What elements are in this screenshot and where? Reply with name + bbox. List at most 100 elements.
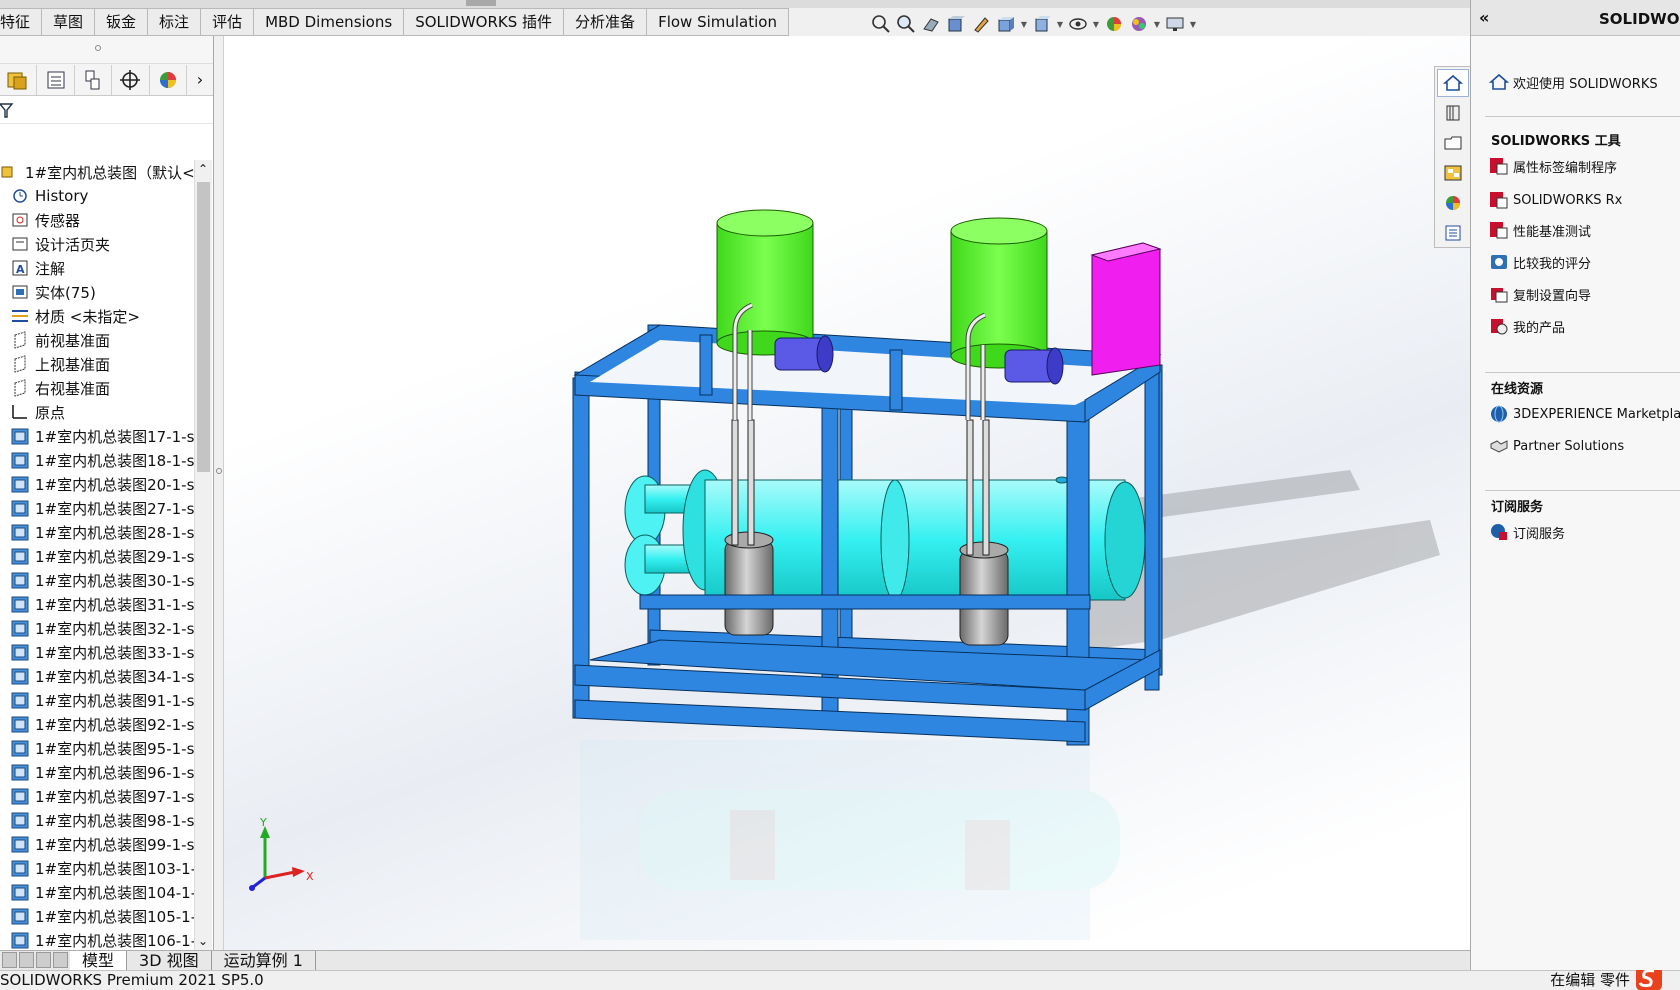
tree-item-part[interactable]: 1#室内机总装图104-1- [0,880,194,904]
hide-show-icon[interactable] [1067,13,1089,35]
next-tab-icon[interactable] [36,951,51,968]
tree-item-part[interactable]: 1#室内机总装图32-1-so [0,616,194,640]
display-manager-tab[interactable] [150,64,187,95]
tab-3d-view[interactable]: 3D 视图 [127,950,212,971]
tree-item-part[interactable]: 1#室内机总装图29-1-so [0,544,194,568]
dynamic-annotation-icon[interactable] [970,13,992,35]
chevron-down-icon[interactable]: ▼ [1020,13,1028,35]
last-tab-icon[interactable] [53,951,68,968]
tab-markup[interactable]: 标注 [148,8,202,36]
tree-item-plane[interactable]: 上视基准面 [0,352,194,376]
design-library-icon[interactable] [1437,99,1469,127]
zoom-to-fit-icon[interactable] [870,13,892,35]
tab-sheet-metal[interactable]: 钣金 [95,8,149,36]
collapse-icon[interactable]: « [1479,8,1489,27]
tree-item-part[interactable]: 1#室内机总装图97-1-so [0,784,194,808]
previous-view-icon[interactable] [920,13,942,35]
tool-copy-settings-wizard[interactable]: 复制设置向导 [1489,284,1591,304]
chevron-down-icon[interactable]: ▼ [1153,13,1161,35]
custom-properties-icon[interactable] [1437,219,1469,247]
tree-item-part[interactable]: 1#室内机总装图103-1- [0,856,194,880]
apply-scene-icon[interactable] [1128,13,1150,35]
tree-item-part[interactable]: 1#室内机总装图18-1-so [0,448,194,472]
tab-model[interactable]: 模型 [70,950,128,971]
tree-item-solid-bodies[interactable]: 实体(75) [0,280,194,304]
tree-item-plane[interactable]: 前视基准面 [0,328,194,352]
tree-item-part[interactable]: 1#室内机总装图95-1-so [0,736,194,760]
view-settings-icon[interactable] [1164,13,1186,35]
tab-evaluate[interactable]: 评估 [201,8,255,36]
tool-solidworks-rx[interactable]: SOLIDWORKS Rx [1489,190,1622,210]
tree-item-part[interactable]: 1#室内机总装图105-1- [0,904,194,928]
tool-my-products[interactable]: 我的产品 [1489,316,1565,336]
tree-item-part[interactable]: 1#室内机总装图17-1-so [0,424,194,448]
file-explorer-icon[interactable] [1437,129,1469,157]
tree-item-material[interactable]: 材质 <未指定> [0,304,194,328]
tab-sketch[interactable]: 草图 [42,8,96,36]
tree-root-assembly[interactable]: 1#室内机总装图（默认<<默 [0,160,194,184]
chevron-right-icon[interactable]: › [187,65,213,95]
tree-item-sensors[interactable]: 传感器 [0,208,194,232]
tree-item-part[interactable]: 1#室内机总装图27-1-so [0,496,194,520]
view-orientation-icon[interactable] [995,13,1017,35]
graphics-area[interactable]: Y X [224,36,1470,950]
tree-item-part[interactable]: 1#室内机总装图34-1-so [0,664,194,688]
tree-item-part[interactable]: 1#室内机总装图28-1-so [0,520,194,544]
tree-item-design-binder[interactable]: 设计活页夹 [0,232,194,256]
property-manager-tab[interactable] [37,64,75,95]
configuration-manager-tab[interactable] [75,64,113,95]
tree-item-plane[interactable]: 右视基准面 [0,376,194,400]
tree-item-part[interactable]: 1#室内机总装图98-1-so [0,808,194,832]
chevron-down-icon[interactable]: ▼ [1189,13,1197,35]
panel-grip[interactable] [0,36,213,64]
feature-manager-tab[interactable] [0,64,38,95]
scroll-up-icon[interactable]: ⌃ [198,162,208,176]
section-view-icon[interactable] [945,13,967,35]
home-icon [1489,73,1509,90]
tree-item-origin[interactable]: 原点 [0,400,194,424]
first-tab-icon[interactable] [2,951,17,968]
tab-motion-study[interactable]: 运动算例 1 [212,950,316,971]
tool-performance-benchmark[interactable]: 性能基准测试 [1489,220,1591,240]
tree-item-annotations[interactable]: A 注解 [0,256,194,280]
home-icon[interactable] [1437,69,1469,97]
model-viewport[interactable]: Y X [224,36,1470,950]
appearances-icon[interactable] [1437,189,1469,217]
tree-vertical-scrollbar[interactable]: ⌃ ⌄ [194,160,212,950]
tab-simulation-prep[interactable]: 分析准备 [564,8,648,36]
tree-item-part[interactable]: 1#室内机总装图92-1-so [0,712,194,736]
prev-tab-icon[interactable] [19,951,34,968]
chevron-down-icon[interactable]: ▼ [1056,13,1064,35]
dimxpert-manager-tab[interactable] [112,64,150,95]
chevron-down-icon[interactable]: ▼ [1092,13,1100,35]
view-palette-icon[interactable] [1437,159,1469,187]
panel-splitter[interactable] [214,36,224,950]
tab-solidworks-addins[interactable]: SOLIDWORKS 插件 [404,8,565,36]
welcome-link[interactable]: 欢迎使用 SOLIDWORKS [1489,72,1658,92]
tree-item-part[interactable]: 1#室内机总装图30-1-so [0,568,194,592]
tree-item-part[interactable]: 1#室内机总装图31-1-so [0,592,194,616]
zoom-area-icon[interactable] [895,13,917,35]
scroll-down-icon[interactable]: ⌄ [198,934,208,948]
tree-item-part[interactable]: 1#室内机总装图96-1-so [0,760,194,784]
tree-item-part[interactable]: 1#室内机总装图91-1-so [0,688,194,712]
edit-appearance-icon[interactable] [1103,13,1125,35]
link-3dexperience-marketplace[interactable]: 3DEXPERIENCE Marketplace [1489,404,1680,424]
tab-features[interactable]: 特征 [0,8,43,36]
tree-item-part[interactable]: 1#室内机总装图99-1-so [0,832,194,856]
tree-item-part[interactable]: 1#室内机总装图20-1-so [0,472,194,496]
link-partner-solutions[interactable]: Partner Solutions [1489,436,1624,456]
display-style-icon[interactable] [1031,13,1053,35]
tree-item-part[interactable]: 1#室内机总装图33-1-so [0,640,194,664]
link-subscription-services[interactable]: 订阅服务 [1489,522,1565,542]
tab-mbd-dimensions[interactable]: MBD Dimensions [254,8,405,36]
tool-compare-scores[interactable]: 比较我的评分 [1489,252,1591,272]
subscription-section-title: 订阅服务 [1491,500,1544,515]
tree-item-history[interactable]: History [0,184,194,208]
scrollbar-thumb[interactable] [197,182,210,472]
history-icon [13,189,27,203]
tree-item-part[interactable]: 1#室内机总装图106-1- [0,928,194,950]
tab-flow-simulation[interactable]: Flow Simulation [647,8,789,36]
filter-icon[interactable] [0,101,14,119]
tool-property-tab-builder[interactable]: 属性标签编制程序 [1489,156,1617,176]
